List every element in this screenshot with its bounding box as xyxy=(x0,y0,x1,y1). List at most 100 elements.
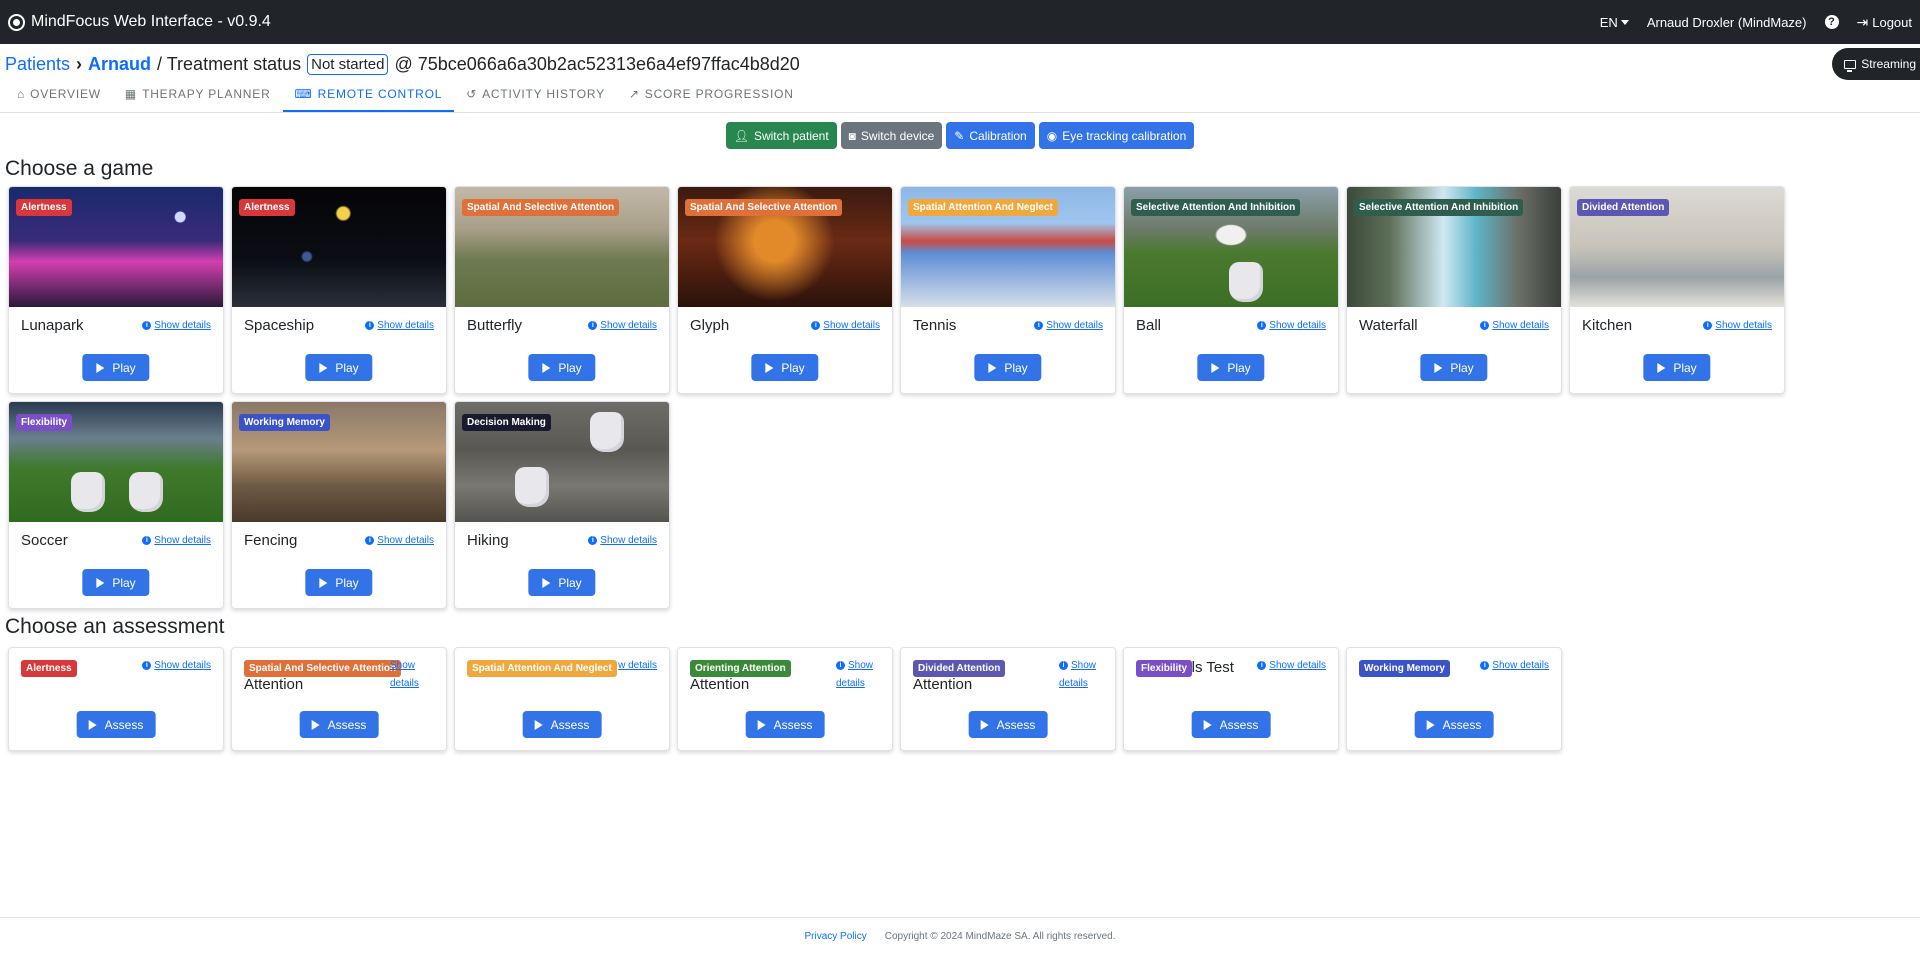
show-details-link[interactable]: i Show details xyxy=(1480,320,1549,331)
show-details-label: Show details xyxy=(154,320,211,331)
game-thumbnail[interactable]: Spatial And Selective Attention xyxy=(678,187,892,307)
assessment-name: Attention xyxy=(913,676,973,693)
game-card-glyph: Spatial And Selective Attention Glyph iS… xyxy=(677,186,893,394)
show-details-link[interactable]: i Show details xyxy=(1236,660,1326,671)
show-details-link[interactable]: i Show details xyxy=(365,320,434,331)
show-details-link[interactable]: i Show details xyxy=(811,320,880,331)
streaming-button[interactable]: Streaming xyxy=(1832,48,1920,80)
assessment-card: Spatial And Selective Attention Attentio… xyxy=(231,647,447,751)
show-details-link[interactable]: i Show details xyxy=(836,658,880,691)
assess-button[interactable]: Assess xyxy=(299,711,379,738)
play-label: Play xyxy=(1673,360,1697,375)
chevron-down-icon xyxy=(1620,19,1629,25)
calendar-icon: ▦ xyxy=(124,87,138,101)
game-thumbnail[interactable]: Alertness xyxy=(9,187,223,307)
play-button[interactable]: Play xyxy=(305,569,373,596)
show-details-link[interactable]: i Show details xyxy=(1034,320,1103,331)
user-name[interactable]: Arnaud Droxler (MindMaze) xyxy=(1647,15,1807,30)
vr-headset-icon: ◙ xyxy=(848,128,856,143)
play-button[interactable]: Play xyxy=(1643,354,1711,381)
game-thumbnail[interactable]: Spatial And Selective Attention xyxy=(455,187,669,307)
assess-button[interactable]: Assess xyxy=(1414,711,1494,738)
play-button[interactable]: Play xyxy=(974,354,1042,381)
privacy-policy-link[interactable]: Privacy Policy xyxy=(804,931,866,942)
show-details-label: Show details xyxy=(1492,660,1549,671)
play-button[interactable]: Play xyxy=(528,569,596,596)
assess-button[interactable]: Assess xyxy=(968,711,1048,738)
game-thumbnail[interactable]: Flexibility xyxy=(9,402,223,522)
game-name: Lunapark xyxy=(21,317,84,334)
info-icon: i xyxy=(1034,321,1044,330)
play-button[interactable]: Play xyxy=(528,354,596,381)
show-details-link[interactable]: i Show details xyxy=(1459,660,1549,671)
play-label: Play xyxy=(558,360,582,375)
play-icon xyxy=(311,719,320,730)
assess-button[interactable]: Assess xyxy=(1191,711,1271,738)
show-details-link[interactable]: w details xyxy=(567,660,657,671)
assess-label: Assess xyxy=(104,717,144,732)
show-details-link[interactable]: i Show details xyxy=(142,535,211,546)
show-details-link[interactable]: i Show details xyxy=(365,535,434,546)
eye-tracking-calibration-button[interactable]: ◉ Eye tracking calibration xyxy=(1038,122,1195,149)
show-details-link[interactable]: i Show details xyxy=(588,535,657,546)
game-thumbnail[interactable]: Working Memory xyxy=(232,402,446,522)
logout-button[interactable]: ⇥ Logout xyxy=(1857,14,1913,31)
game-thumbnail[interactable]: Selective Attention And Inhibition xyxy=(1124,187,1338,307)
tab-overview[interactable]: ⌂ OVERVIEW xyxy=(5,78,113,112)
show-details-link[interactable]: i Show details xyxy=(1059,658,1103,691)
assess-button[interactable]: Assess xyxy=(745,711,825,738)
show-details-link[interactable]: Show details xyxy=(390,658,434,691)
play-button[interactable]: Play xyxy=(1197,354,1265,381)
games-section-title: Choose a game xyxy=(5,157,154,180)
play-button[interactable]: Play xyxy=(305,354,373,381)
show-details-label: details xyxy=(390,678,419,689)
game-card-spaceship: Alertness Spaceship i Show details Play xyxy=(231,186,447,394)
game-thumbnail[interactable]: Decision Making xyxy=(455,402,669,522)
play-button[interactable]: Play xyxy=(82,354,150,381)
tab-label: SCORE PROGRESSION xyxy=(644,87,794,101)
show-details-label: Show details xyxy=(154,535,211,546)
info-icon: i xyxy=(588,321,598,330)
assess-button[interactable]: Assess xyxy=(522,711,602,738)
show-details-link[interactable]: i Show details xyxy=(121,660,211,671)
calibration-button[interactable]: ✎ Calibration xyxy=(946,122,1035,149)
play-button[interactable]: Play xyxy=(751,354,819,381)
assess-button[interactable]: Assess xyxy=(76,711,156,738)
info-icon: i xyxy=(588,536,598,545)
tab-score-progression[interactable]: ↗ SCORE PROGRESSION xyxy=(617,78,806,112)
game-card-waterfall: Selective Attention And Inhibition Water… xyxy=(1346,186,1562,394)
info-icon: i xyxy=(811,321,821,330)
play-label: Play xyxy=(558,575,582,590)
tab-therapy-planner[interactable]: ▦ THERAPY PLANNER xyxy=(113,78,283,112)
play-button[interactable]: Play xyxy=(1420,354,1488,381)
game-card-kitchen: Divided Attention Kitchen i Show details … xyxy=(1569,186,1785,394)
game-thumbnail[interactable]: Selective Attention And Inhibition xyxy=(1347,187,1561,307)
help-icon[interactable]: ? xyxy=(1824,15,1839,29)
language-dropdown[interactable]: EN xyxy=(1600,15,1629,30)
show-details-link[interactable]: i Show details xyxy=(1257,320,1326,331)
game-thumbnail[interactable]: Spatial Attention And Neglect xyxy=(901,187,1115,307)
breadcrumb-patients[interactable]: Patients xyxy=(5,54,70,75)
breadcrumb-patient-name[interactable]: Arnaud xyxy=(88,54,151,75)
tab-remote-control[interactable]: ⌨ REMOTE CONTROL xyxy=(282,78,455,112)
switch-patient-button[interactable]: 👤︎ Switch patient xyxy=(725,122,837,149)
category-badge: Alertness xyxy=(16,199,72,216)
brand[interactable]: MindFocus Web Interface - v0.9.4 xyxy=(8,13,271,31)
status-badge: Not started xyxy=(307,53,389,75)
show-details-link[interactable]: i Show details xyxy=(588,320,657,331)
play-button[interactable]: Play xyxy=(82,569,150,596)
show-details-link[interactable]: i Show details xyxy=(142,320,211,331)
game-name: Spaceship xyxy=(244,317,315,334)
game-thumbnail[interactable]: Alertness xyxy=(232,187,446,307)
assessments-section-title: Choose an assessment xyxy=(5,615,225,638)
play-icon xyxy=(542,362,551,373)
category-badge: Flexibility xyxy=(16,414,73,431)
tab-activity-history[interactable]: ↺ ACTIVITY HISTORY xyxy=(454,78,617,112)
assess-label: Assess xyxy=(550,717,590,732)
assessment-card: ss Alertness iShow details Assess xyxy=(8,647,224,751)
game-thumbnail[interactable]: Divided Attention xyxy=(1570,187,1784,307)
show-details-link[interactable]: i Show details xyxy=(1703,320,1772,331)
play-icon xyxy=(1203,719,1212,730)
switch-device-button[interactable]: ◙ Switch device xyxy=(840,122,943,149)
vr-hand-icon xyxy=(590,412,624,452)
